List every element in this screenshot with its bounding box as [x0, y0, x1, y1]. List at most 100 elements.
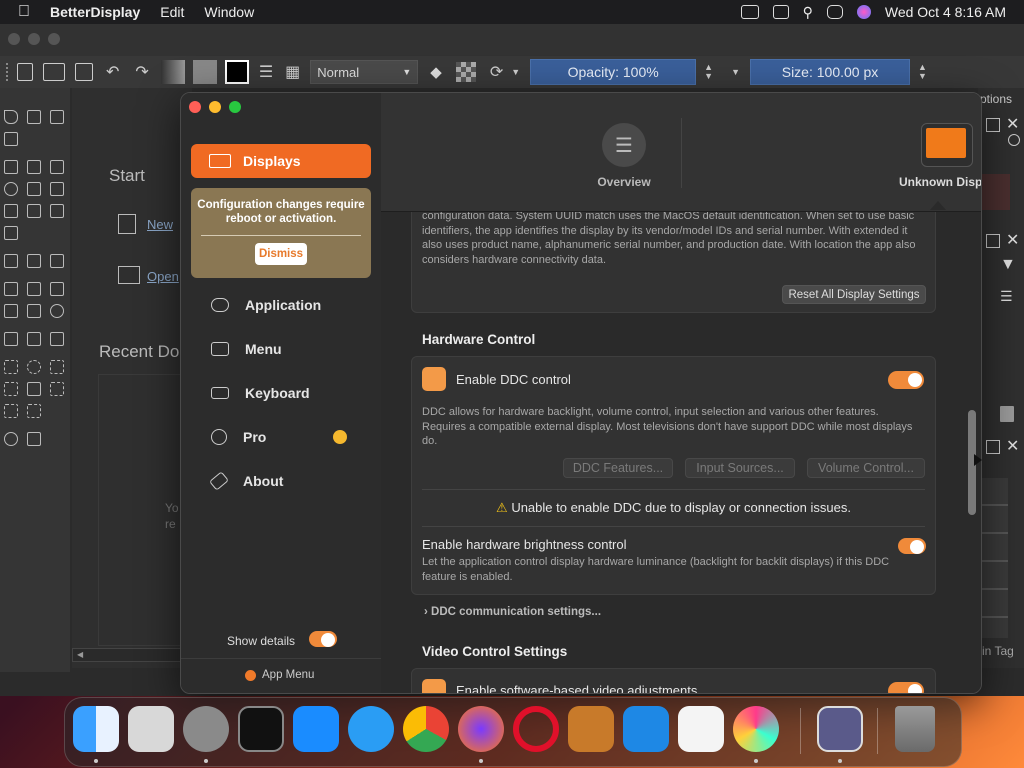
size-stepper[interactable]: ▲ ▼ — [918, 63, 927, 81]
firefox-icon[interactable] — [458, 706, 504, 752]
window-status-icon[interactable] — [772, 5, 789, 19]
layer-thumb[interactable] — [982, 174, 1010, 210]
textedit-icon[interactable] — [678, 706, 724, 752]
app-store-icon[interactable] — [293, 706, 339, 752]
opacity-slider[interactable]: Opacity: 100% — [530, 59, 697, 85]
terminal-icon[interactable] — [238, 706, 284, 752]
magic-wand-icon[interactable] — [27, 382, 41, 396]
brush-tool-icon[interactable] — [4, 160, 18, 174]
bezier-select-icon[interactable] — [4, 404, 18, 418]
paint-app-icon[interactable] — [733, 706, 779, 752]
tag-label[interactable]: in Tag — [982, 644, 1014, 658]
assistant-tool-icon[interactable] — [50, 332, 64, 346]
smudge-tool-icon[interactable] — [50, 304, 64, 318]
close-icon[interactable]: ✕ — [1006, 230, 1019, 250]
docker-tab-label[interactable]: ptions — [980, 92, 1012, 106]
menu-app-name[interactable]: BetterDisplay — [40, 4, 150, 20]
filter-icon[interactable]: ▼ — [1000, 256, 1016, 274]
search-icon[interactable]: ⚲ — [803, 4, 813, 21]
float-panel-icon[interactable] — [986, 234, 1000, 248]
redo-icon[interactable]: ↷ — [135, 62, 148, 82]
color-select-icon[interactable] — [50, 382, 64, 396]
editor-zoom-button[interactable] — [48, 33, 60, 45]
minimize-button[interactable] — [209, 101, 221, 113]
ddc-comm-settings-disclosure[interactable]: › DDC communication settings... — [424, 606, 601, 618]
horizontal-scrollbar[interactable]: ◀ — [72, 648, 194, 662]
editor-close-button[interactable] — [8, 33, 20, 45]
float-panel-icon[interactable] — [986, 118, 1000, 132]
gradient-tool-icon[interactable] — [4, 282, 18, 296]
menu-window[interactable]: Window — [194, 4, 264, 20]
ddc-features-button[interactable]: DDC Features... — [563, 458, 673, 478]
hamburger-icon[interactable]: ☰ — [1000, 288, 1013, 305]
new-file-icon[interactable] — [118, 214, 136, 234]
close-icon[interactable]: ✕ — [1006, 114, 1019, 134]
trash-icon[interactable] — [895, 706, 935, 752]
control-center-icon[interactable] — [826, 5, 843, 19]
pan-tool-icon[interactable] — [27, 432, 41, 446]
open-file-link[interactable]: Open — [147, 269, 179, 284]
close-button[interactable] — [189, 101, 201, 113]
eyedropper-tool-icon[interactable] — [27, 282, 41, 296]
crop-image-icon[interactable] — [50, 254, 64, 268]
eraser-icon[interactable]: ◆ — [430, 63, 442, 81]
open-folder-icon[interactable] — [118, 266, 140, 284]
open-folder-icon[interactable] — [43, 63, 65, 81]
safari-icon[interactable] — [348, 706, 394, 752]
rectangle-tool-icon[interactable] — [50, 160, 64, 174]
show-details-toggle[interactable] — [309, 631, 337, 647]
brush-presets-grid[interactable] — [982, 478, 1008, 638]
ellipse-select-icon[interactable] — [27, 360, 41, 374]
siri-icon[interactable] — [856, 5, 871, 19]
new-file-icon[interactable] — [17, 63, 33, 81]
new-file-link[interactable]: New — [147, 217, 173, 232]
spline-tool-icon[interactable] — [50, 204, 64, 218]
ddc-toggle[interactable] — [888, 371, 924, 389]
refresh-icon[interactable]: ⟳ — [490, 62, 503, 82]
measure-tool-icon[interactable] — [4, 332, 18, 346]
sidebar-item-pro[interactable]: Pro — [211, 426, 266, 448]
bezier-tool-icon[interactable] — [4, 204, 18, 218]
tab-unknown-display[interactable]: Unknown Display — [889, 123, 981, 193]
pattern-icon[interactable] — [192, 60, 217, 84]
video-adjust-toggle[interactable] — [888, 682, 924, 693]
polygon-tool-icon[interactable] — [27, 182, 41, 196]
garageband-icon[interactable] — [568, 706, 614, 752]
menu-edit[interactable]: Edit — [150, 4, 194, 20]
pen-tool-icon[interactable] — [4, 132, 18, 146]
float-panel-icon[interactable] — [986, 440, 1000, 454]
volume-control-button[interactable]: Volume Control... — [807, 458, 925, 478]
sidebar-item-application[interactable]: Application — [211, 294, 321, 316]
polygon-select-icon[interactable] — [50, 360, 64, 374]
blend-mode-select[interactable]: Normal ▼ — [310, 60, 419, 84]
line-tool-icon[interactable] — [27, 160, 41, 174]
dismiss-button[interactable]: Dismiss — [255, 243, 307, 265]
sidebar-item-about[interactable]: About — [209, 470, 283, 492]
color-swatch-icon[interactable] — [224, 60, 249, 84]
betterdisplay-icon[interactable] — [817, 706, 863, 752]
clock[interactable]: Wed Oct 4 8:16 AM — [885, 4, 1006, 20]
size-slider[interactable]: Size: 100.00 px — [750, 59, 910, 85]
text-tool-icon[interactable] — [27, 110, 41, 124]
gradient-icon[interactable] — [160, 60, 185, 84]
system-settings-icon[interactable] — [183, 706, 229, 752]
fill-tool-icon[interactable] — [4, 304, 18, 318]
input-sources-button[interactable]: Input Sources... — [685, 458, 795, 478]
ellipse-tool-icon[interactable] — [4, 182, 18, 196]
undo-icon[interactable]: ↶ — [106, 62, 119, 82]
grid-icon[interactable]: ▦ — [285, 62, 300, 82]
vscode-icon[interactable] — [623, 706, 669, 752]
lasso-select-icon[interactable] — [4, 382, 18, 396]
close-icon[interactable]: ✕ — [1006, 436, 1019, 456]
finder-icon[interactable] — [73, 706, 119, 752]
rect-select-icon[interactable] — [4, 360, 18, 374]
scroll-left-icon[interactable]: ◀ — [77, 650, 83, 659]
zoom-fit-icon[interactable] — [27, 332, 41, 346]
save-icon[interactable] — [75, 63, 93, 81]
move-layer-icon[interactable] — [27, 254, 41, 268]
bucket-tool-icon[interactable] — [27, 304, 41, 318]
chevron-down-icon[interactable]: ▼ — [511, 67, 520, 77]
no-entry-icon[interactable] — [1008, 134, 1020, 146]
opacity-stepper[interactable]: ▲ ▼ — [704, 63, 713, 81]
color-picker-icon[interactable] — [50, 282, 64, 296]
